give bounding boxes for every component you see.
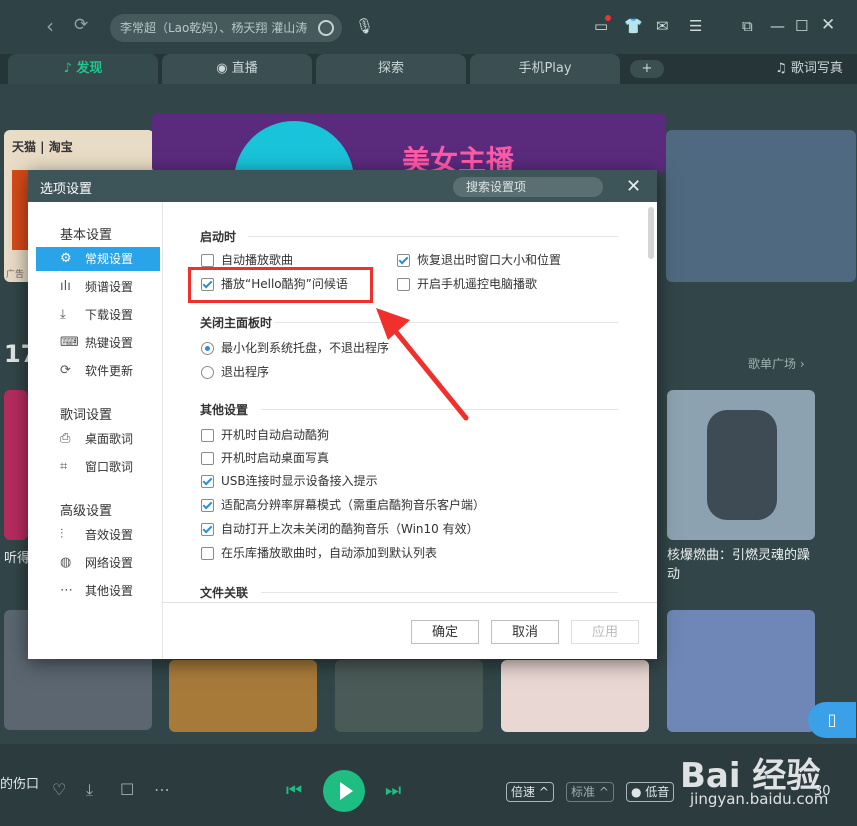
dialog-title: 选项设置: [40, 182, 93, 197]
spectrum-icon: ılı: [60, 279, 71, 294]
playlist-caption: 核爆燃曲：引燃灵魂的躁动: [667, 548, 811, 582]
settings-sidebar: 基本设置 ⚙ 常规设置 ılı 频谱设置 ⤓ 下载设置 ⌨ 热键设置 ⟳ 软件更新 歌词设…: [28, 202, 163, 659]
sidebar-item-hotkey[interactable]: ⌨ 热键设置: [36, 331, 160, 355]
download-icon: ⤓: [60, 307, 66, 322]
menu-icon[interactable]: ☰: [689, 17, 702, 35]
main-tabs: ♪ 发现 ◉ 直播 探索 手机Play + ♫ 歌词写真: [0, 54, 857, 84]
apply-button[interactable]: 应用: [571, 620, 639, 644]
like-icon[interactable]: ♡: [52, 780, 66, 799]
gear-icon: ⚙: [60, 251, 72, 266]
quality-button[interactable]: 标准 ^: [566, 782, 614, 802]
window-lyrics-icon: ⌗: [60, 459, 68, 474]
sidebar-group-lyrics: 歌词设置: [60, 408, 113, 423]
sidebar-item-general[interactable]: ⚙ 常规设置: [36, 247, 160, 271]
playlist-card[interactable]: [667, 390, 815, 540]
tab-live[interactable]: ◉ 直播: [162, 54, 312, 84]
now-playing-title: 的伤口: [0, 777, 40, 792]
skin-icon[interactable]: 👕: [624, 17, 643, 35]
close-window-icon[interactable]: ✕: [821, 15, 835, 35]
options-dialog: 选项设置 搜索设置项 ✕ 基本设置 ⚙ 常规设置 ılı 频谱设置 ⤓ 下载设置 ⌨ 热…: [28, 170, 657, 659]
dialog-footer: 确定 取消 应用: [163, 602, 657, 660]
settings-search-input[interactable]: 搜索设置项: [453, 177, 603, 197]
mail-icon[interactable]: ✉: [656, 17, 669, 35]
network-icon: ◍: [60, 555, 72, 570]
highlight-box: [188, 267, 373, 303]
sidebar-item-window-lyrics[interactable]: ⌗ 窗口歌词: [36, 455, 160, 479]
checkbox-box[interactable]: [201, 499, 214, 512]
comment-icon[interactable]: ☐: [120, 780, 134, 799]
more-icon[interactable]: ⋯: [154, 780, 170, 799]
section-title-other: 其他设置: [200, 403, 249, 417]
next-icon[interactable]: ⏭: [385, 780, 401, 801]
playlist-card[interactable]: [335, 660, 483, 732]
checkbox-box[interactable]: [201, 547, 214, 560]
previous-icon[interactable]: ⏮: [286, 780, 302, 801]
sidebar-item-other[interactable]: ⋯ 其他设置: [36, 579, 160, 603]
annotation-arrow: [376, 308, 469, 421]
sidebar-group-advanced: 高级设置: [60, 504, 113, 519]
global-search-input[interactable]: 李常超（Lao乾妈）、杨天翔 灌山涛: [110, 14, 342, 42]
live-banner[interactable]: 美女主播: [152, 113, 666, 173]
microphone-icon[interactable]: 🎙: [355, 17, 374, 35]
sidebar-item-sound-effect[interactable]: ⫶ 音效设置: [36, 523, 160, 547]
maximize-icon[interactable]: ☐: [795, 17, 808, 35]
playlist-caption: 听得: [4, 551, 31, 566]
tab-mobile-play[interactable]: 手机Play: [470, 54, 620, 84]
play-button[interactable]: [323, 770, 365, 812]
checkbox-box[interactable]: [397, 278, 410, 291]
checkbox-box[interactable]: [201, 452, 214, 465]
sidebar-item-update[interactable]: ⟳ 软件更新: [36, 359, 160, 383]
checkbox-box[interactable]: [201, 254, 214, 267]
notification-dot: [605, 15, 611, 21]
search-icon[interactable]: [318, 20, 334, 36]
sidebar-item-spectrum[interactable]: ılı 频谱设置: [36, 275, 160, 299]
playlist-card[interactable]: [501, 660, 649, 732]
checkbox-box[interactable]: [201, 475, 214, 488]
section-title-file-association: 文件关联: [200, 586, 249, 600]
divider: [248, 236, 618, 237]
download-icon[interactable]: ⤓: [86, 780, 93, 800]
radio-button[interactable]: [201, 366, 214, 379]
keyboard-icon: ⌨: [60, 335, 79, 350]
equalizer-icon: ⫶: [60, 527, 64, 542]
playlist-card[interactable]: [169, 660, 317, 732]
close-icon[interactable]: ✕: [626, 176, 641, 197]
sidebar-group-basic: 基本设置: [60, 228, 113, 243]
sidebar-item-network[interactable]: ◍ 网络设置: [36, 551, 160, 575]
add-tab-button[interactable]: +: [630, 60, 664, 78]
minimize-icon[interactable]: —: [770, 17, 785, 35]
section-title-close-panel: 关闭主面板时: [200, 316, 273, 330]
section-title-startup: 启动时: [200, 230, 237, 244]
desktop-lyrics-icon: ⎙: [60, 431, 71, 446]
refresh-icon[interactable]: ⟳: [74, 15, 88, 35]
checkbox-box[interactable]: [201, 429, 214, 442]
sound-effect-button[interactable]: ● 低音: [626, 782, 675, 802]
sidebar-item-download[interactable]: ⤓ 下载设置: [36, 303, 160, 327]
baidu-watermark-url: jingyan.baidu.com: [690, 790, 829, 808]
tab-discover[interactable]: ♪ 发现: [8, 54, 158, 84]
mini-mode-icon[interactable]: ⧉: [742, 17, 753, 35]
playlist-card[interactable]: [667, 610, 815, 732]
checkbox-box[interactable]: [397, 254, 410, 267]
search-placeholder: 李常超（Lao乾妈）、杨天翔 灌山涛: [120, 21, 308, 35]
radio-button[interactable]: [201, 342, 214, 355]
scrollbar[interactable]: [648, 207, 654, 259]
more-icon: ⋯: [60, 583, 73, 598]
ok-button[interactable]: 确定: [411, 620, 479, 644]
featured-card[interactable]: [666, 130, 856, 282]
cancel-button[interactable]: 取消: [491, 620, 559, 644]
speed-button[interactable]: 倍速 ^: [506, 782, 554, 802]
update-icon: ⟳: [60, 363, 71, 378]
divider: [261, 592, 618, 593]
tab-explore[interactable]: 探索: [316, 54, 466, 84]
sidebar-item-desktop-lyrics[interactable]: ⎙ 桌面歌词: [36, 427, 160, 451]
checkbox-box[interactable]: [201, 523, 214, 536]
back-icon[interactable]: ‹: [46, 14, 54, 38]
phone-icon[interactable]: ▯: [808, 702, 856, 738]
playlist-square-link[interactable]: 歌单广场 ›: [748, 355, 805, 372]
playlist-card[interactable]: [4, 390, 28, 540]
lyrics-photo-button[interactable]: ♫ 歌词写真: [764, 54, 854, 84]
